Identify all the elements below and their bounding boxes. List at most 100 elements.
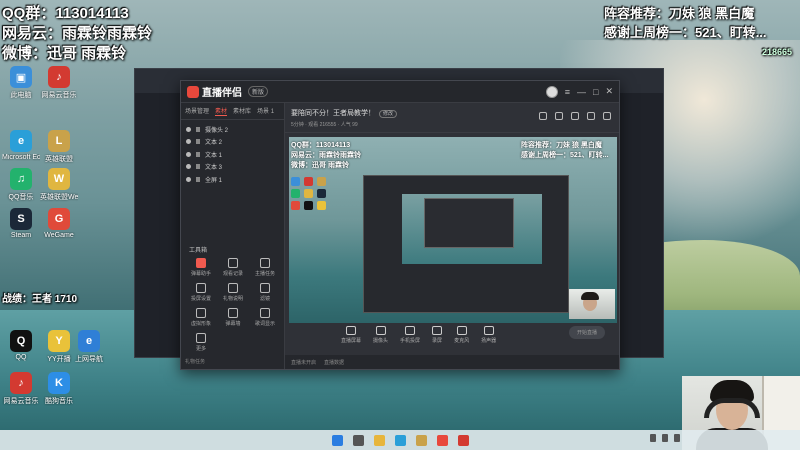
tool-item[interactable]: 弹幕墙 [217, 308, 249, 327]
lock-icon[interactable] [196, 164, 200, 170]
lock-icon[interactable] [196, 176, 200, 182]
file-explorer-icon[interactable] [373, 434, 385, 446]
tab-scene-1[interactable]: 场景 1 [257, 106, 274, 116]
source-item[interactable]: 全屏 1 [181, 173, 284, 186]
source-item[interactable]: 文本 1 [181, 148, 284, 161]
eye-icon[interactable] [186, 139, 191, 145]
edit-room-button[interactable]: 修改 [379, 109, 398, 118]
tool-icon [228, 308, 238, 318]
tab-material[interactable]: 素材 [215, 106, 228, 116]
avatar[interactable] [545, 85, 558, 98]
netease-music-icon[interactable] [457, 434, 469, 446]
bottom-tool[interactable]: 录屏 [432, 326, 442, 344]
tool-item[interactable]: 弹幕助手 [185, 258, 217, 277]
lock-icon[interactable] [196, 151, 200, 157]
menu-icon[interactable]: ≡ [565, 87, 570, 97]
tab-library[interactable]: 素材库 [233, 106, 251, 116]
status-live-data[interactable]: 直播数据 [324, 359, 344, 366]
share-icon[interactable] [555, 112, 563, 120]
eye-icon[interactable] [186, 126, 191, 132]
minimize-icon[interactable]: — [577, 87, 586, 97]
tool-item[interactable]: 主播任务 [249, 258, 281, 277]
bottom-tool[interactable]: 直播屏幕 [341, 326, 361, 344]
tool-item[interactable]: 观看记录 [217, 258, 249, 277]
titlebar-controls: ≡ — □ ✕ [545, 85, 613, 98]
tool-icon [196, 333, 206, 343]
eye-icon[interactable] [186, 164, 191, 170]
app-icon: Q [10, 330, 32, 352]
tool-item[interactable]: 滤镜 [249, 283, 281, 302]
tool-icon [228, 283, 238, 293]
eye-icon[interactable] [186, 176, 191, 182]
desktop-icon[interactable]: ♫ QQ音乐 [2, 168, 40, 202]
tool-icon [196, 283, 206, 293]
bottom-tool[interactable]: 摄像头 [373, 326, 388, 344]
tool-item[interactable]: 歌词显示 [249, 308, 281, 327]
tool-icon [260, 308, 270, 318]
preview-desktop-icons [291, 177, 327, 210]
room-toolbar [539, 112, 611, 120]
desktop-icon[interactable]: G WeGame [40, 208, 78, 239]
app-body: 场景管理 素材 素材库 场景 1 摄像头 2 文本 2 文本 1 文本 3 全屏… [181, 103, 619, 369]
app-icon: ♪ [10, 372, 32, 394]
source-item[interactable]: 摄像头 2 [181, 123, 284, 136]
bottom-tool[interactable]: 手机投屏 [400, 326, 420, 344]
app-icon: K [48, 372, 70, 394]
desktop-icon[interactable]: Q QQ [2, 330, 40, 361]
lock-icon[interactable] [196, 139, 200, 145]
preview-webcam [569, 289, 615, 319]
desktop-icon-label: 英雄联盟WeGame [40, 194, 78, 201]
desktop-icon[interactable]: W 英雄联盟WeGame [40, 168, 78, 202]
status-bar: 直播未开启 直播数据 [285, 355, 619, 369]
search-icon[interactable] [352, 434, 364, 446]
eye-icon[interactable] [186, 151, 191, 157]
start-live-button[interactable]: 开始直播 [569, 326, 605, 339]
preview-overlay-qq: QQ群：113014113 [291, 142, 351, 149]
bottom-tool[interactable]: 扬声器 [481, 326, 496, 344]
source-item[interactable]: 文本 3 [181, 161, 284, 174]
league-icon[interactable] [415, 434, 427, 446]
lock-icon[interactable] [196, 126, 200, 132]
preview-icon [291, 177, 300, 186]
maximize-icon[interactable]: □ [593, 87, 598, 97]
version-badge[interactable]: 新版 [248, 86, 269, 97]
tool-label: 投屏设置 [190, 296, 211, 302]
stream-preview[interactable]: QQ群：113014113 网易云：雨霖铃雨霖铃 微博：迅哥 雨霖铃 阵容推荐：… [289, 137, 617, 323]
edge-icon[interactable] [394, 434, 406, 446]
app-logo-text: 直播伴侣 [202, 88, 242, 99]
tool-item[interactable]: 礼物说明 [217, 283, 249, 302]
desktop-icon[interactable]: e Microsoft Edge [2, 130, 40, 161]
bell-icon[interactable] [587, 112, 595, 120]
tray-icon[interactable] [662, 434, 668, 442]
app-icon: ♪ [48, 66, 70, 88]
tab-scene-manage[interactable]: 场景管理 [185, 106, 209, 116]
tool-item[interactable]: 虚拟形象 [185, 308, 217, 327]
bottom-tool[interactable]: 麦克风 [454, 326, 469, 344]
live-companion-icon[interactable] [436, 434, 448, 446]
desktop-icon[interactable]: S Steam [2, 208, 40, 239]
close-icon[interactable]: ✕ [605, 86, 613, 97]
desktop-icon[interactable]: L 英雄联盟 [40, 130, 78, 164]
overlay-lineup: 阵容推荐：刀妹 狼 黑白魔 [604, 6, 755, 21]
source-item[interactable]: 文本 2 [181, 136, 284, 149]
gift-icon[interactable] [539, 112, 547, 120]
tool-label: 弹幕墙 [225, 321, 241, 327]
tool-item[interactable]: 投屏设置 [185, 283, 217, 302]
desktop-icon[interactable]: ♪ 网易云音乐 [2, 372, 40, 406]
gift-task-link[interactable]: 礼物任务 [185, 359, 205, 365]
desktop-icon[interactable]: e 上网导航 [70, 330, 108, 364]
bag-icon[interactable] [571, 112, 579, 120]
tray-icon[interactable] [674, 434, 680, 442]
desktop-icon[interactable]: K 酷狗音乐 [40, 372, 78, 406]
preview-nested-window [363, 175, 569, 313]
tool-item[interactable]: 更多 [185, 333, 217, 352]
windows-start-icon[interactable] [331, 434, 343, 446]
tray-icon[interactable] [650, 434, 656, 442]
desktop-icon[interactable]: ♪ 网易云音乐 [40, 66, 78, 100]
toolbox-title: 工具箱 [189, 248, 208, 254]
desktop-icon[interactable]: ▣ 此电脑 [2, 66, 40, 100]
bottom-tool-label: 摄像头 [373, 338, 389, 344]
app-icon: Y [48, 330, 70, 352]
settings-icon[interactable] [603, 112, 611, 120]
desktop-icon-label: 英雄联盟 [45, 156, 73, 163]
